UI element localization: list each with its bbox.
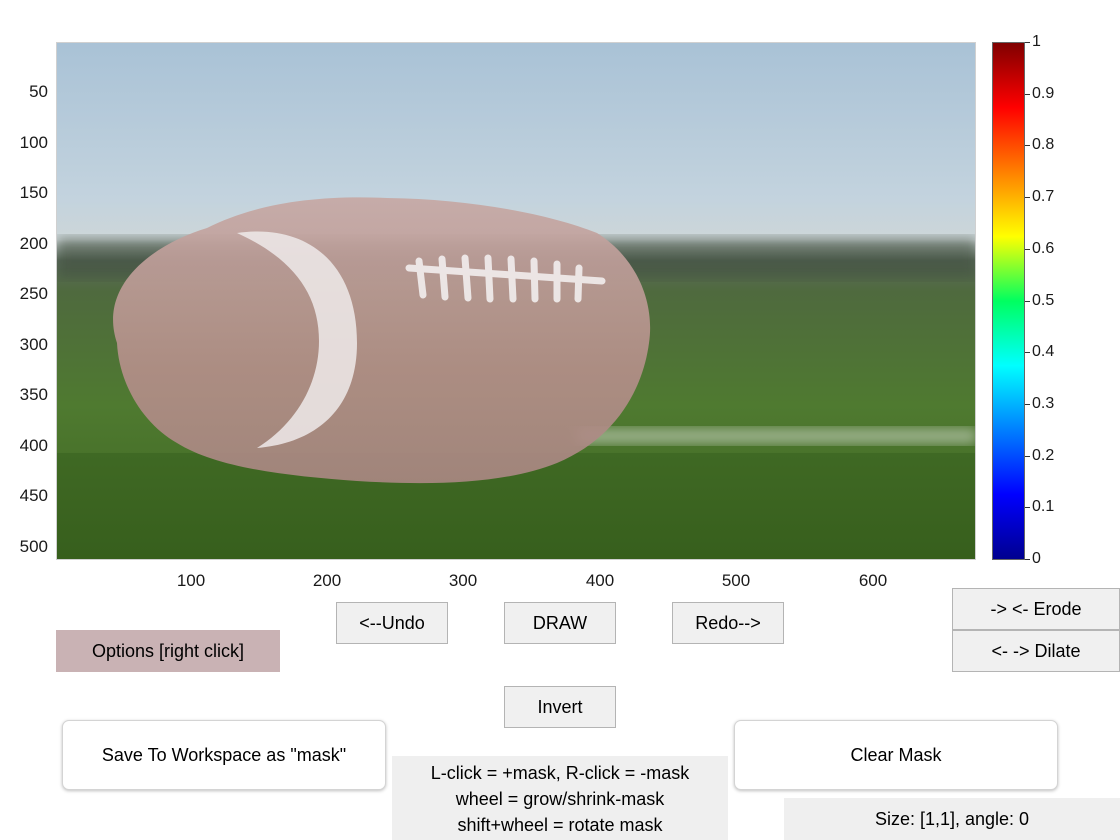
x-tick-label: 200 bbox=[312, 571, 342, 590]
instructions-panel: L-click = +mask, R-click = -mask wheel =… bbox=[392, 756, 728, 840]
colorbar-label: 0.9 bbox=[1032, 85, 1055, 102]
clear-mask-button[interactable]: Clear Mask bbox=[734, 720, 1058, 790]
status-text: Size: [1,1], angle: 0 bbox=[784, 798, 1120, 840]
x-tick-label: 600 bbox=[858, 571, 888, 590]
y-tick-label: 250 bbox=[19, 284, 48, 303]
y-tick-label: 450 bbox=[19, 486, 48, 505]
options-button[interactable]: Options [right click] bbox=[56, 630, 280, 672]
colorbar-tick bbox=[1025, 507, 1030, 508]
y-tick-label: 100 bbox=[19, 133, 48, 152]
colorbar-tick bbox=[1025, 352, 1030, 353]
save-to-workspace-button[interactable]: Save To Workspace as "mask" bbox=[62, 720, 386, 790]
colorbar-label: 0.8 bbox=[1032, 136, 1055, 153]
y-tick-label: 500 bbox=[19, 537, 48, 556]
image-canvas[interactable] bbox=[56, 42, 976, 560]
colorbar-tick bbox=[1025, 145, 1030, 146]
y-tick-label: 200 bbox=[19, 234, 48, 253]
colorbar-label: 0.7 bbox=[1032, 188, 1055, 205]
dilate-button[interactable]: <- -> Dilate bbox=[952, 630, 1120, 672]
colorbar-tick bbox=[1025, 94, 1030, 95]
colorbar-label: 1 bbox=[1032, 33, 1041, 50]
colorbar-label: 0.3 bbox=[1032, 395, 1055, 412]
colorbar-tick bbox=[1025, 249, 1030, 250]
x-tick-label: 400 bbox=[585, 571, 615, 590]
undo-button[interactable]: <--Undo bbox=[336, 602, 448, 644]
football-image bbox=[57, 43, 975, 559]
x-tick-label: 500 bbox=[721, 571, 751, 590]
draw-button[interactable]: DRAW bbox=[504, 602, 616, 644]
colorbar bbox=[992, 42, 1025, 560]
colorbar-tick bbox=[1025, 404, 1030, 405]
instruction-line: wheel = grow/shrink-mask bbox=[455, 789, 665, 809]
x-tick-label: 100 bbox=[176, 571, 206, 590]
instruction-line: shift+wheel = rotate mask bbox=[457, 815, 663, 835]
colorbar-label: 0.1 bbox=[1032, 498, 1055, 515]
erode-button[interactable]: -> <- Erode bbox=[952, 588, 1120, 630]
instruction-line: L-click = +mask, R-click = -mask bbox=[430, 763, 690, 783]
y-tick-label: 350 bbox=[19, 385, 48, 404]
colorbar-label: 0.4 bbox=[1032, 343, 1055, 360]
colorbar-tick bbox=[1025, 42, 1030, 43]
colorbar-label: 0 bbox=[1032, 550, 1041, 567]
colorbar-tick bbox=[1025, 559, 1030, 560]
colorbar-label: 0.5 bbox=[1032, 292, 1055, 309]
y-tick-label: 400 bbox=[19, 436, 48, 455]
colorbar-tick bbox=[1025, 197, 1030, 198]
colorbar-label: 0.6 bbox=[1032, 240, 1055, 257]
colorbar-label: 0.2 bbox=[1032, 447, 1055, 464]
colorbar-tick bbox=[1025, 456, 1030, 457]
x-tick-label: 300 bbox=[448, 571, 478, 590]
y-tick-label: 50 bbox=[29, 82, 48, 101]
invert-button[interactable]: Invert bbox=[504, 686, 616, 728]
colorbar-tick bbox=[1025, 301, 1030, 302]
y-tick-label: 150 bbox=[19, 183, 48, 202]
y-tick-label: 300 bbox=[19, 335, 48, 354]
redo-button[interactable]: Redo--> bbox=[672, 602, 784, 644]
